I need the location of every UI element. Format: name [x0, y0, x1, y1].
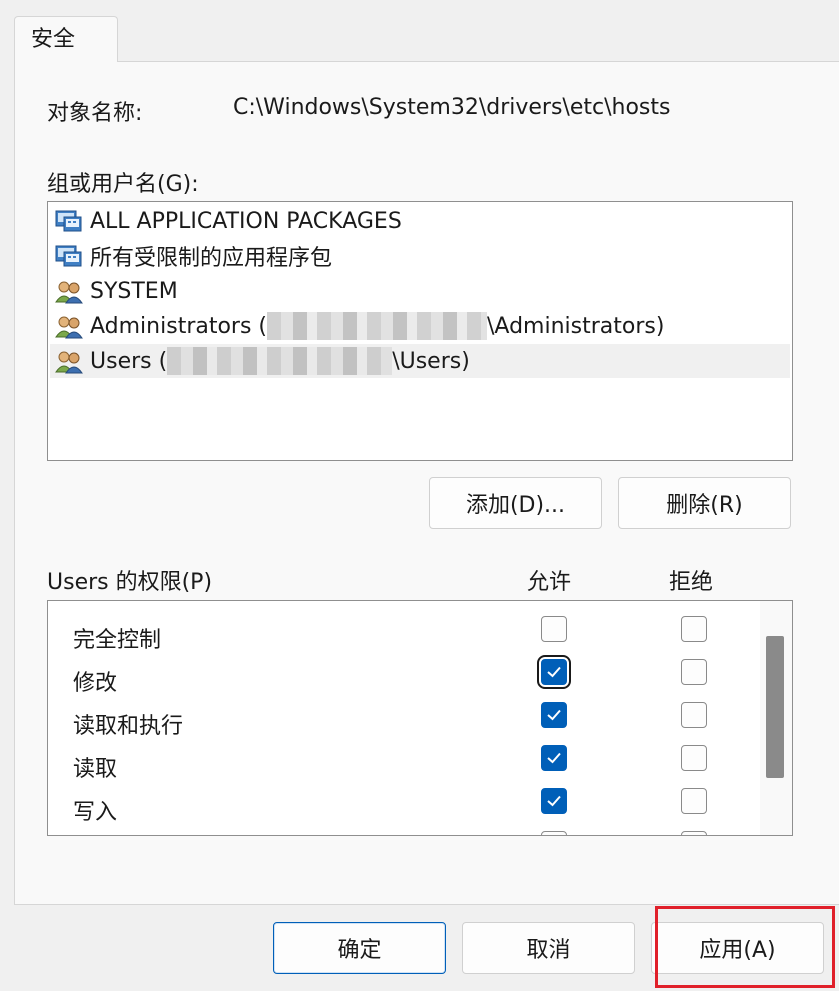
allow-checkbox[interactable] — [541, 831, 567, 835]
table-row: 完全控制 — [48, 614, 760, 657]
users-icon — [55, 281, 83, 304]
deny-checkbox[interactable] — [681, 831, 707, 835]
allow-checkbox[interactable] — [541, 702, 567, 728]
highlight-box — [655, 906, 835, 988]
allow-checkbox[interactable] — [541, 788, 567, 814]
permissions-scrollbar[interactable] — [760, 601, 792, 835]
remove-button[interactable]: 删除(R) — [618, 477, 791, 529]
list-item-suffix: \Users) — [392, 348, 470, 374]
list-item[interactable]: ALL APPLICATION PACKAGES — [50, 204, 790, 238]
groups-label: 组或用户名(G): — [47, 172, 199, 197]
list-item-suffix: \Administrators) — [487, 313, 665, 339]
list-item-label: Administrators ( — [90, 313, 268, 339]
table-row: 读取和执行 — [48, 700, 760, 743]
redacted-region — [167, 347, 393, 375]
list-item-label: SYSTEM — [90, 278, 178, 304]
list-item-label: 所有受限制的应用程序包 — [90, 246, 333, 271]
deny-checkbox[interactable] — [681, 745, 707, 771]
allow-checkbox[interactable] — [541, 616, 567, 642]
checkmark-icon — [547, 666, 561, 678]
package-group-icon — [55, 245, 82, 267]
list-item[interactable]: Administrators ( \Administrators) — [50, 309, 790, 343]
deny-checkbox[interactable] — [681, 788, 707, 814]
users-icon — [55, 351, 83, 374]
permission-name: 读取 — [73, 757, 118, 782]
permission-name: 写入 — [73, 800, 118, 825]
deny-checkbox[interactable] — [681, 659, 707, 685]
permission-name: 完全控制 — [73, 628, 162, 653]
checkmark-icon — [547, 752, 561, 764]
table-row-partial — [48, 829, 760, 835]
list-item-label: Users ( — [90, 348, 168, 374]
list-item[interactable]: SYSTEM — [50, 274, 790, 308]
deny-checkbox[interactable] — [681, 702, 707, 728]
table-row: 修改 — [48, 655, 760, 700]
add-button[interactable]: 添加(D)... — [429, 477, 602, 529]
ok-button[interactable]: 确定 — [273, 922, 446, 974]
tab-security[interactable]: 安全 — [14, 16, 118, 62]
cancel-button[interactable]: 取消 — [462, 922, 635, 974]
table-row: 读取 — [48, 743, 760, 786]
object-name-label: 对象名称: — [47, 101, 143, 126]
permissions-table: 完全控制 修改 读取和执行 读取 写入 — [47, 600, 793, 836]
list-item[interactable]: 所有受限制的应用程序包 — [50, 239, 790, 273]
permission-name: 读取和执行 — [73, 714, 184, 739]
permission-name: 修改 — [73, 671, 118, 696]
checkmark-icon — [547, 709, 561, 721]
users-icon — [55, 316, 83, 339]
deny-checkbox[interactable] — [681, 616, 707, 642]
scrollbar-thumb[interactable] — [766, 636, 784, 778]
table-row: 写入 — [48, 786, 760, 829]
groups-listbox[interactable]: ALL APPLICATION PACKAGES 所有受限制的应用程序包 SYS… — [47, 201, 793, 461]
list-item-label: ALL APPLICATION PACKAGES — [90, 208, 402, 234]
package-group-icon — [55, 210, 82, 232]
object-name-value: C:\Windows\System32\drivers\etc\hosts — [233, 95, 671, 120]
allow-checkbox[interactable] — [537, 655, 571, 689]
allow-header: 允许 — [527, 570, 572, 595]
redacted-region — [267, 312, 488, 340]
deny-header: 拒绝 — [669, 570, 714, 595]
permissions-label: Users 的权限(P) — [47, 570, 213, 595]
checkmark-icon — [547, 795, 561, 807]
allow-checkbox[interactable] — [541, 745, 567, 771]
list-item[interactable]: Users ( \Users) — [50, 344, 790, 378]
